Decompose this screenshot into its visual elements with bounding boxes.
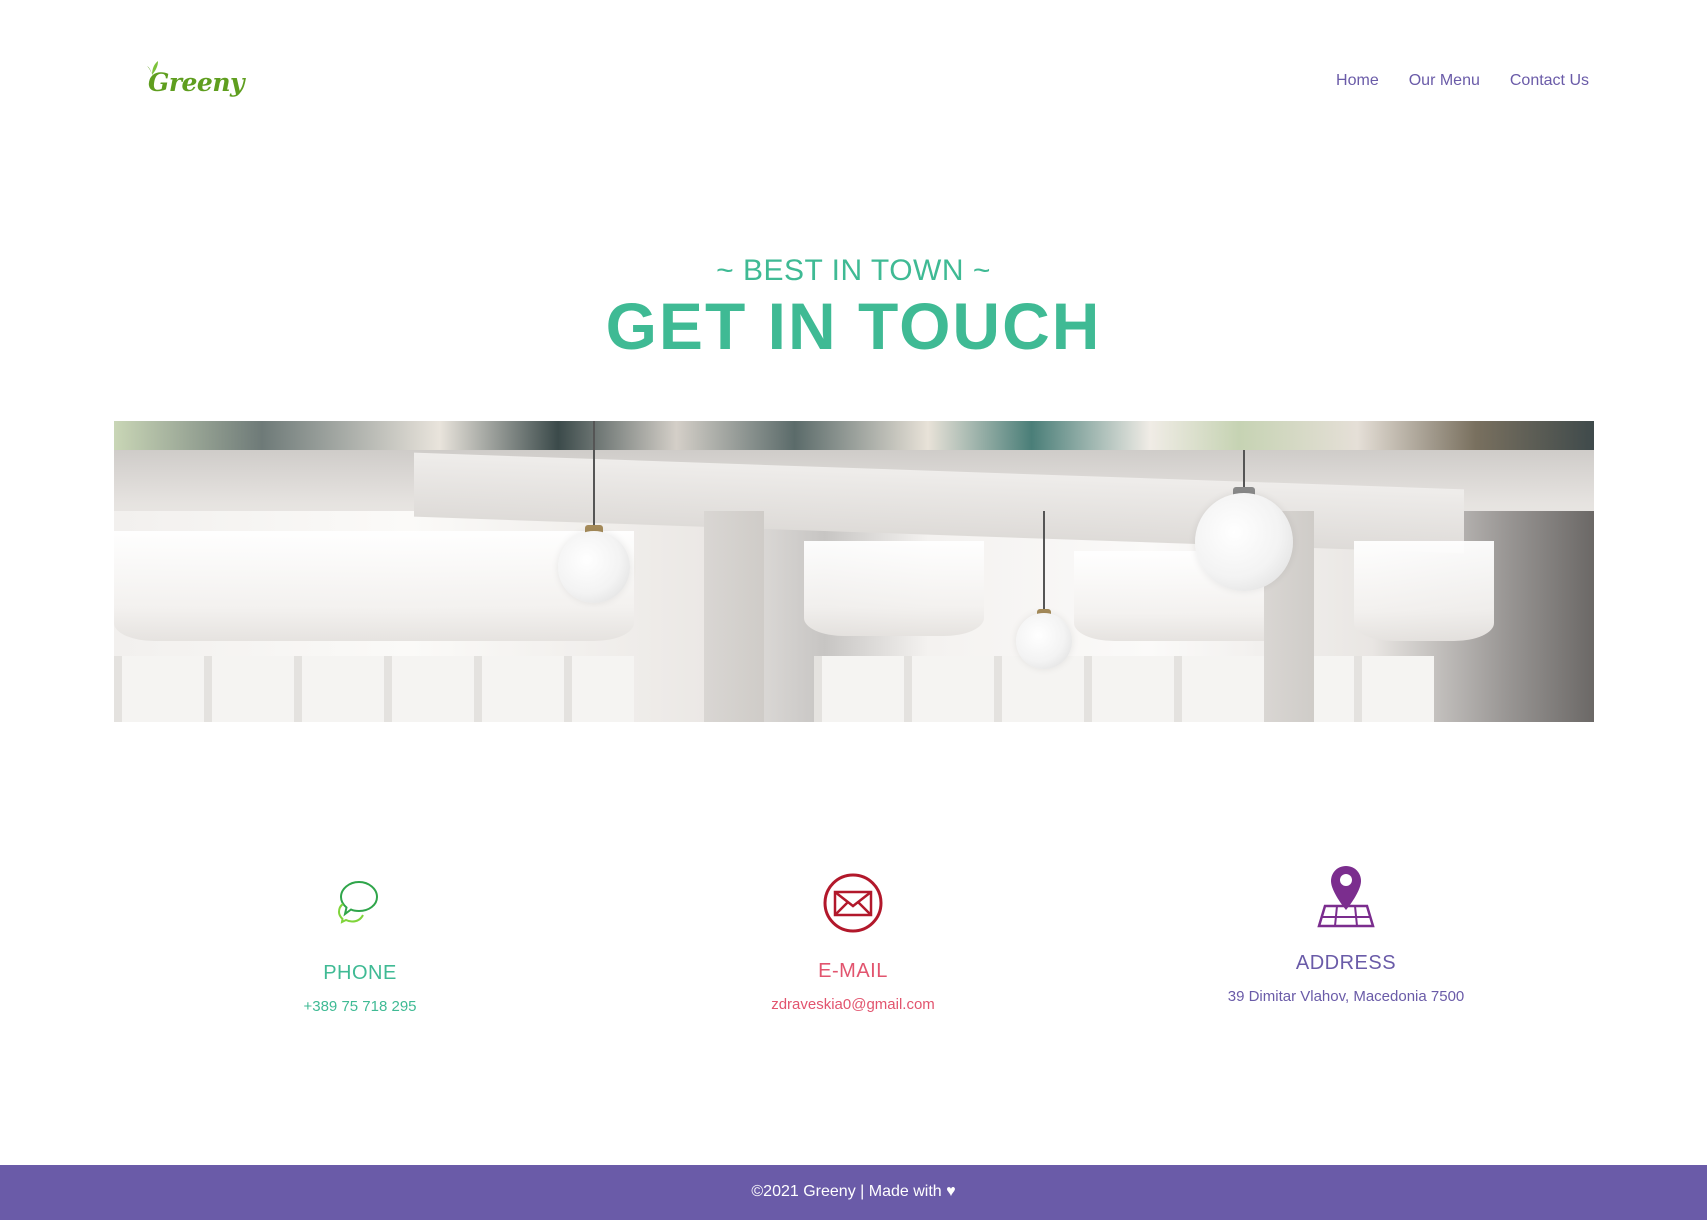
site-header: Greeny Home Our Menu Contact Us [0,0,1707,170]
window-frames [814,656,1434,722]
chat-bubbles-icon [337,880,379,924]
address-title: ADDRESS [1295,952,1397,974]
hero-subtitle: ~ BEST IN TOWN ~ [716,254,991,287]
footer-copyright: ©2021 Greeny | Made with ♥ [751,1183,956,1200]
logo[interactable]: Greeny [146,60,245,104]
pendant-lamp [554,421,634,621]
nav-contact-us[interactable]: Contact Us [1510,72,1589,90]
restaurant-interior-image [114,421,1594,722]
image-top-strip [114,421,1594,450]
map-pin-icon [1317,866,1375,928]
phone-value[interactable]: +389 75 718 295 [180,998,540,1015]
nav-home[interactable]: Home [1336,72,1379,90]
page: Greeny Home Our Menu Contact Us ~ BEST I… [0,0,1707,1222]
pendant-lamp [1012,421,1076,681]
email-value[interactable]: zdraveskia0@gmail.com [673,996,1033,1013]
logo-text: Greeny [148,68,245,97]
curtain [804,541,984,636]
curtain [1354,541,1494,641]
site-footer: ©2021 Greeny | Made with ♥ [0,1165,1707,1220]
envelope-icon [823,873,883,933]
email-title: E-MAIL [818,960,888,982]
address-value: 39 Dimitar Vlahov, Macedonia 7500 [1227,988,1465,1005]
window-frames [114,656,634,722]
nav-our-menu[interactable]: Our Menu [1409,72,1480,90]
main-nav: Home Our Menu Contact Us [1336,72,1589,90]
phone-title: PHONE [323,962,397,984]
pendant-lamp [1189,421,1299,591]
hero-title: GET IN TOUCH [605,289,1102,363]
pillar [704,511,764,722]
